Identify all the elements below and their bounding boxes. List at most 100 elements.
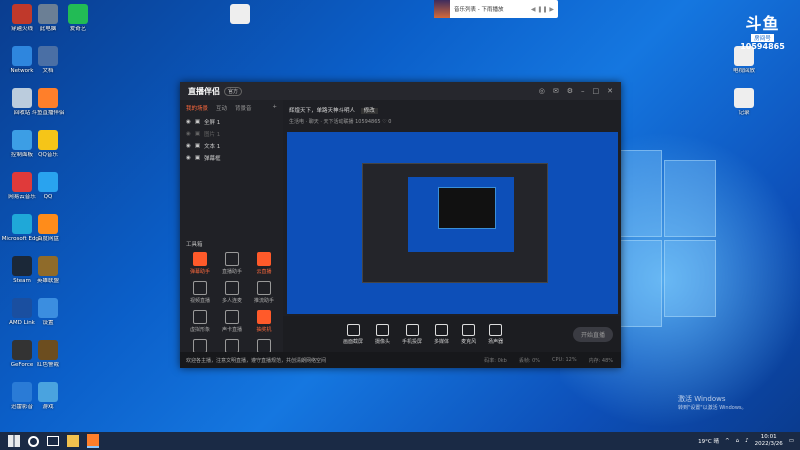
room-label: 房间号 bbox=[751, 34, 774, 42]
visibility-icon[interactable]: ◉ bbox=[186, 131, 191, 137]
message-icon[interactable]: ✉ bbox=[553, 87, 559, 95]
control-label: 摄像头 bbox=[375, 338, 391, 345]
stream-preview[interactable] bbox=[287, 132, 618, 314]
tool-1[interactable]: 直播助手 bbox=[216, 252, 248, 275]
lock-icon[interactable]: ▣ bbox=[195, 131, 200, 137]
maximize-icon[interactable]: □ bbox=[593, 87, 600, 95]
tool-2[interactable]: 云直播 bbox=[248, 252, 280, 275]
screen-capture-icon bbox=[346, 323, 360, 336]
toolbox-title: 工具箱 bbox=[186, 242, 203, 248]
phone-cast-icon bbox=[405, 323, 419, 336]
desktop-icon-col2-5[interactable]: 百度网盘 bbox=[26, 214, 70, 243]
desktop-icon-col2-1[interactable]: 文档 bbox=[26, 46, 70, 75]
clock-date: 2022/3/26 bbox=[754, 441, 783, 447]
lock-icon[interactable]: ▣ bbox=[195, 119, 200, 125]
left-panel: 我的场景 互动 背景音 + ◉ ▣ 全屏 1 ◉ ▣ 图片 1 ◉ ▣ 文本 1 ◉ ▣ 弹幕框 工具箱 弹… bbox=[180, 100, 283, 368]
network-icon[interactable]: ⌂ bbox=[736, 438, 740, 444]
speaker-button[interactable]: 扬声器 bbox=[488, 323, 503, 345]
edit-title-link[interactable]: 修改 bbox=[360, 108, 378, 114]
tool-label: 多人连麦 bbox=[221, 298, 242, 304]
desktop-icon-col2-9[interactable]: 游戏 bbox=[26, 382, 70, 411]
tool-icon bbox=[257, 339, 271, 353]
screen-capture-button[interactable]: 画面截屏 bbox=[343, 323, 363, 345]
microphone-button[interactable]: 麦克风 bbox=[461, 323, 476, 345]
tool-0[interactable]: 弹幕助手 bbox=[184, 252, 216, 275]
app-icon bbox=[38, 298, 58, 318]
visibility-icon[interactable]: ◉ bbox=[186, 155, 191, 161]
live-companion-window[interactable]: 直播伴侣 官方 ◎ ✉ ⚙ – □ ✕ 我的场景 互动 背景音 + ◉ ▣ 全屏 1 ◉ ▣ 图… bbox=[180, 82, 621, 368]
tool-3[interactable]: 视频直播 bbox=[184, 281, 216, 304]
task-view-icon[interactable] bbox=[47, 436, 59, 446]
app-icon bbox=[38, 130, 58, 150]
visibility-icon[interactable]: ◉ bbox=[186, 119, 191, 125]
speaker-icon bbox=[489, 323, 503, 336]
desktop-icon-col3-1[interactable] bbox=[218, 4, 262, 26]
scene-label: 弹幕框 bbox=[204, 156, 221, 162]
desktop-icon-label: QQ音乐 bbox=[38, 152, 58, 158]
tool-4[interactable]: 多人连麦 bbox=[216, 281, 248, 304]
lock-icon[interactable]: ▣ bbox=[195, 155, 200, 161]
tool-icon bbox=[225, 252, 239, 266]
multimedia-icon bbox=[435, 323, 449, 336]
tool-7[interactable]: 声卡直播 bbox=[216, 310, 248, 333]
desktop-icon-col2-2[interactable]: 斗鱼直播伴侣 bbox=[26, 88, 70, 117]
clock[interactable]: 10:01 2022/3/26 bbox=[755, 434, 783, 448]
left-tab-0[interactable]: 我的场景 bbox=[186, 104, 208, 112]
media-controls[interactable]: ◀ ❚❚ ▶ bbox=[531, 6, 554, 13]
notice-text: 欢迎各主播，注意文明直播，遵守直播规范，共创清朗网络空间 bbox=[186, 357, 327, 364]
tool-8[interactable]: 抽奖机 bbox=[248, 310, 280, 333]
desktop-icon-col2-4[interactable]: QQ bbox=[26, 172, 70, 201]
tool-label: 云直播 bbox=[256, 269, 272, 275]
notification-icon[interactable]: ▭ bbox=[789, 438, 794, 444]
desktop-icon-col3-0[interactable]: 爱奇艺 bbox=[56, 4, 100, 33]
scene-item[interactable]: ◉ ▣ 弹幕框 bbox=[180, 152, 283, 164]
file-explorer-icon[interactable] bbox=[67, 435, 79, 447]
close-icon[interactable]: ✕ bbox=[607, 87, 613, 95]
scene-item[interactable]: ◉ ▣ 图片 1 bbox=[180, 128, 283, 140]
app-icon bbox=[734, 88, 754, 108]
visibility-icon[interactable]: ◉ bbox=[186, 143, 191, 149]
desktop-icon-col2-8[interactable]: 红色警戒 bbox=[26, 340, 70, 369]
desktop-icon-right-1[interactable]: 记录 bbox=[722, 88, 766, 117]
multimedia-button[interactable]: 多媒体 bbox=[434, 323, 449, 345]
tool-icon bbox=[257, 281, 271, 295]
tool-label: 推流助手 bbox=[253, 298, 274, 304]
microphone-icon bbox=[462, 323, 476, 336]
desktop-icon-col2-3[interactable]: QQ音乐 bbox=[26, 130, 70, 159]
phone-cast-button[interactable]: 手机投屏 bbox=[402, 323, 422, 345]
weather-text[interactable]: 19°C 晴 bbox=[698, 437, 719, 445]
stream-meta: 生活电 · 聊天 · 天下活动联播 10594865 ♡ 0 bbox=[289, 119, 392, 125]
tool-label: 虚拟形象 bbox=[189, 327, 210, 333]
left-tab-2[interactable]: 背景音 bbox=[235, 104, 252, 112]
tool-5[interactable]: 推流助手 bbox=[248, 281, 280, 304]
control-bar: 画面截屏 摄像头 手机投屏 多媒体 麦克风 扬声器 开始直播 bbox=[283, 316, 621, 352]
start-icon[interactable] bbox=[8, 435, 20, 447]
nested-preview-recursion bbox=[438, 187, 496, 229]
app-logo: 直播伴侣 bbox=[188, 86, 220, 96]
volume-icon[interactable]: ♪ bbox=[745, 438, 749, 444]
tray-arrow-icon[interactable]: ^ bbox=[725, 438, 730, 444]
desktop-icon-col2-7[interactable]: 设置 bbox=[26, 298, 70, 327]
media-toast[interactable]: 音乐列表 - 下雨播放 ◀ ❚❚ ▶ bbox=[434, 0, 558, 18]
tool-label: 直播助手 bbox=[221, 269, 242, 275]
add-scene-icon[interactable]: + bbox=[272, 104, 277, 112]
start-live-button[interactable]: 开始直播 bbox=[572, 326, 613, 342]
left-tab-1[interactable]: 互动 bbox=[216, 104, 227, 112]
desktop-icon-col2-6[interactable]: 英雄联盟 bbox=[26, 256, 70, 285]
desktop-icon-label: 电视回放 bbox=[732, 68, 755, 74]
search-icon[interactable] bbox=[28, 435, 39, 447]
skin-icon[interactable]: ◎ bbox=[539, 87, 545, 95]
activation-title: 激活 Windows bbox=[678, 395, 726, 403]
lock-icon[interactable]: ▣ bbox=[195, 143, 200, 149]
app-icon bbox=[230, 4, 250, 24]
camera-button[interactable]: 摄像头 bbox=[375, 323, 391, 345]
title-bar[interactable]: 直播伴侣 官方 ◎ ✉ ⚙ – □ ✕ bbox=[180, 82, 621, 100]
scene-item[interactable]: ◉ ▣ 全屏 1 bbox=[180, 116, 283, 128]
tool-label: 弹幕助手 bbox=[189, 269, 210, 275]
settings-icon[interactable]: ⚙ bbox=[567, 87, 573, 95]
live-companion-taskbar-icon[interactable] bbox=[87, 434, 99, 448]
desktop-icon-label: 文档 bbox=[42, 68, 54, 74]
scene-item[interactable]: ◉ ▣ 文本 1 bbox=[180, 140, 283, 152]
minimize-icon[interactable]: – bbox=[581, 87, 585, 95]
tool-6[interactable]: 虚拟形象 bbox=[184, 310, 216, 333]
